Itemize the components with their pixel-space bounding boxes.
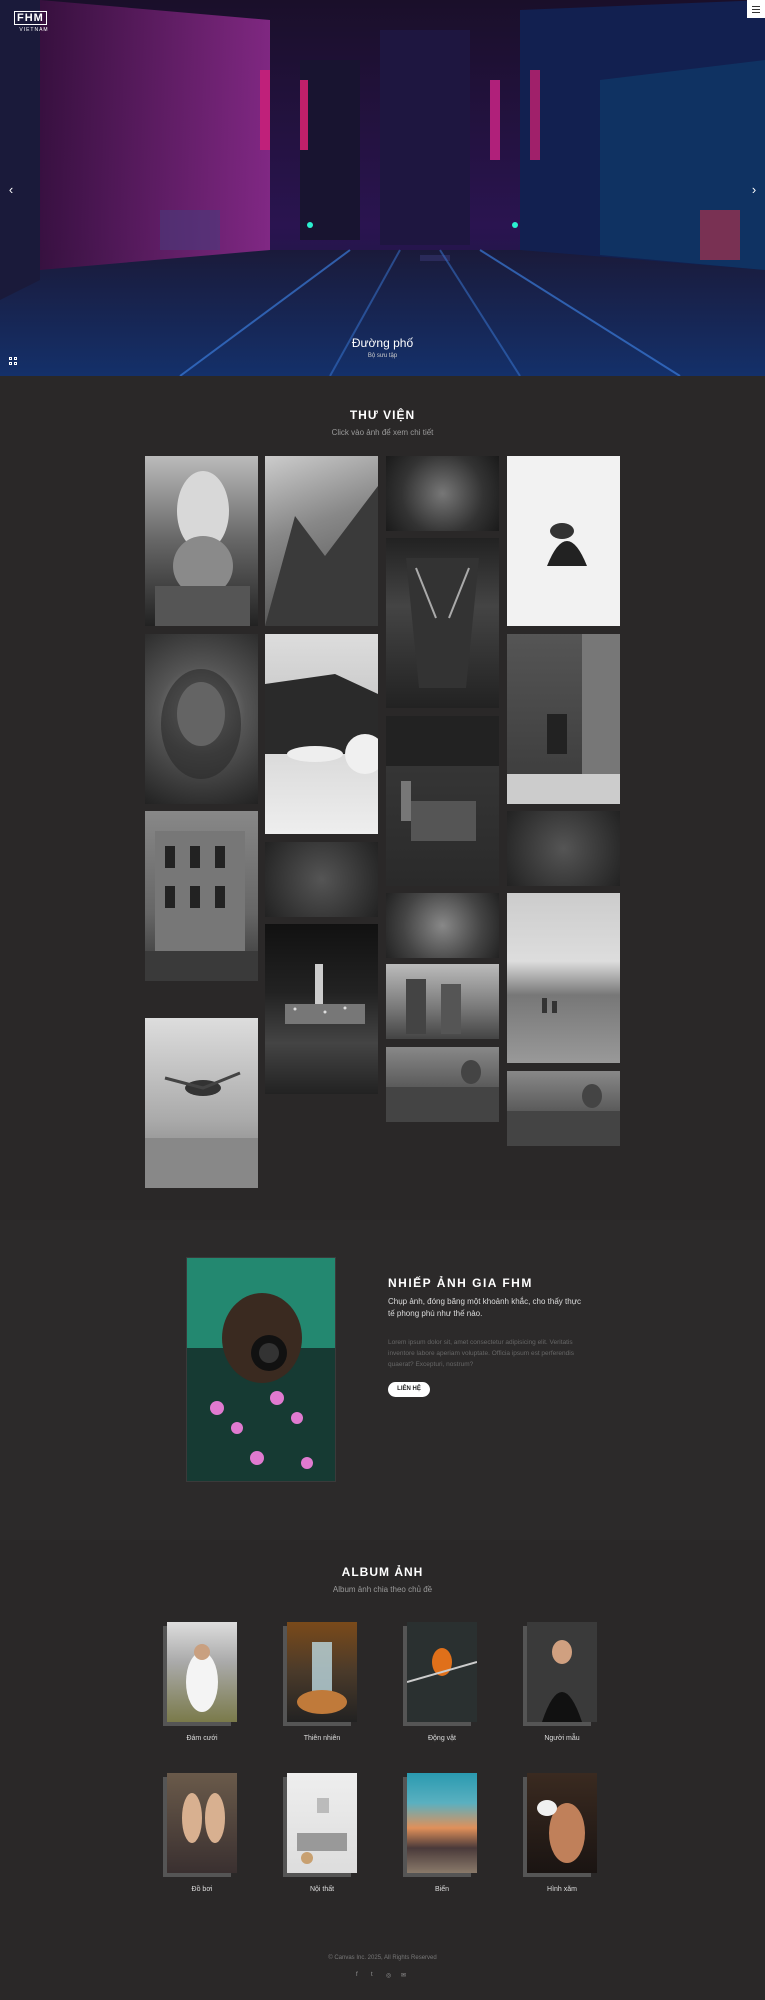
gallery-photo[interactable] — [507, 456, 620, 626]
gallery-photo[interactable] — [265, 842, 378, 917]
album-label: Biển — [434, 1886, 449, 1893]
footer-social-links: f t ◎ ✉ — [356, 1972, 410, 1980]
menu-button[interactable] — [747, 0, 765, 18]
contact-button[interactable]: LIÊN HỆ — [388, 1382, 430, 1397]
next-slide-arrow-icon[interactable]: › — [747, 182, 761, 197]
hero-title: Đường phố — [351, 336, 414, 350]
brand-logo[interactable]: FHM VIETNAM — [14, 8, 54, 33]
gallery-photo[interactable] — [265, 634, 378, 834]
gallery-photo[interactable] — [507, 634, 620, 804]
album-label: Đám cưới — [186, 1735, 218, 1742]
gallery-photo[interactable] — [145, 634, 258, 804]
album-label: Người mẫu — [544, 1735, 580, 1742]
album-label: Động vật — [427, 1735, 457, 1742]
gallery-photo[interactable] — [145, 456, 258, 626]
gallery-photo[interactable] — [386, 456, 499, 531]
gallery-photo[interactable] — [507, 1071, 620, 1146]
album-label: Thiên nhiên — [303, 1735, 341, 1742]
gallery-photo[interactable] — [386, 538, 499, 708]
photographer-section — [0, 1220, 765, 1540]
email-icon[interactable]: ✉ — [401, 1972, 406, 1979]
gallery-photo[interactable] — [265, 456, 378, 626]
instagram-icon[interactable]: ◎ — [386, 1972, 391, 1979]
photographer-description: Chụp ảnh, đóng băng một khoảnh khắc, cho… — [388, 1297, 582, 1318]
hero-slider: FHM VIETNAM ‹ › Đường phố Bộ sưu tập — [0, 0, 765, 376]
gallery-title: THƯ VIỆN — [349, 408, 416, 422]
albums-title: ALBUM ẢNH — [341, 1565, 424, 1579]
gallery-photo[interactable] — [386, 716, 499, 886]
gallery-subtitle: Click vào ảnh để xem chi tiết — [331, 428, 434, 437]
gallery-photo[interactable] — [265, 924, 378, 1094]
facebook-icon[interactable]: f — [356, 1972, 358, 1978]
albums-subtitle: Album ảnh chia theo chủ đề — [332, 1585, 433, 1594]
gallery-photo[interactable] — [507, 893, 620, 1063]
photographer-lorem: Lorem ipsum dolor sit, amet consectetur … — [388, 1339, 574, 1368]
hero-subtitle: Bộ sưu tập — [367, 353, 398, 359]
album-label: Đồ bơi — [191, 1886, 213, 1893]
prev-slide-arrow-icon[interactable]: ‹ — [4, 182, 18, 197]
gallery-photo[interactable] — [507, 811, 620, 886]
hero-image — [0, 0, 765, 376]
photographer-photo — [186, 1257, 336, 1482]
logo-subtext: VIETNAM — [19, 27, 49, 33]
footer-copyright: © Canvas Inc. 2025, All Rights Reserved — [328, 1955, 437, 1961]
menu-icon — [752, 6, 760, 7]
gallery-photo[interactable] — [145, 1018, 258, 1188]
photographer-title: NHIẾP ẢNH GIA FHM — [388, 1276, 533, 1290]
twitter-icon[interactable]: t — [371, 1972, 373, 1978]
gallery-photo[interactable] — [145, 811, 258, 981]
album-label: Hình xăm — [547, 1886, 577, 1893]
gallery-photo[interactable] — [386, 1047, 499, 1122]
logo-text: FHM — [14, 11, 47, 25]
album-label: Nội thất — [309, 1886, 335, 1893]
gallery-photo[interactable] — [386, 964, 499, 1039]
gallery-photo[interactable] — [386, 893, 499, 958]
